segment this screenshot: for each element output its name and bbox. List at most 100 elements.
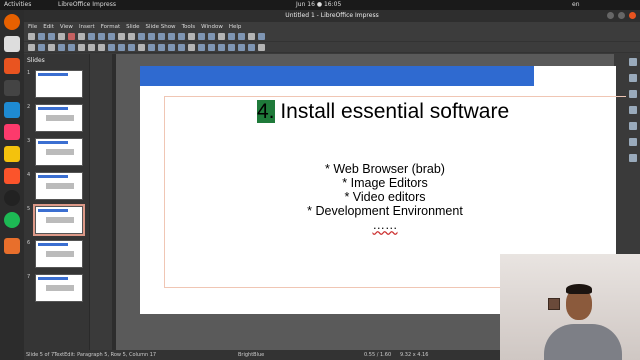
slide-thumbnail-6[interactable] (35, 240, 83, 268)
filter-icon[interactable] (258, 43, 265, 51)
spotify-icon[interactable] (4, 212, 20, 228)
animation-icon[interactable] (629, 90, 637, 98)
properties-icon[interactable] (629, 58, 637, 66)
rectangle-icon[interactable] (88, 43, 95, 51)
menu-view[interactable]: View (60, 24, 73, 30)
menu-format[interactable]: Format (101, 24, 120, 30)
menu-help[interactable]: Help (229, 24, 242, 30)
intellij-icon[interactable] (4, 124, 20, 140)
impress-icon[interactable] (4, 238, 20, 254)
align-icon[interactable] (218, 43, 225, 51)
stars-icon[interactable] (188, 43, 195, 51)
special-character-icon[interactable] (228, 32, 235, 40)
connector-icon[interactable] (128, 43, 135, 51)
ellipse-icon[interactable] (98, 43, 105, 51)
window-title: Untitled 1 - LibreOffice Impress (285, 12, 379, 19)
arrow-icon[interactable] (108, 43, 115, 51)
image-icon[interactable] (198, 32, 205, 40)
line-icon[interactable] (78, 43, 85, 51)
fontwork-icon[interactable] (238, 32, 245, 40)
display-views-icon[interactable] (158, 32, 165, 40)
slide-number: 3 (27, 138, 31, 144)
callouts-icon[interactable] (178, 43, 185, 51)
vscode-icon[interactable] (4, 102, 20, 118)
slide-transition-icon[interactable] (629, 74, 637, 82)
zoom-icon[interactable] (38, 43, 45, 51)
start-slideshow-icon[interactable] (178, 32, 185, 40)
save-icon[interactable] (48, 32, 55, 40)
basic-shapes-icon[interactable] (138, 43, 145, 51)
bullet-item: * Development Environment (307, 204, 463, 218)
menu-slide-show[interactable]: Slide Show (146, 24, 176, 30)
textbox-icon[interactable] (218, 32, 225, 40)
copy-icon[interactable] (98, 32, 105, 40)
menu-insert[interactable]: Insert (79, 24, 95, 30)
slide-thumbnail-7[interactable] (35, 274, 83, 302)
spelling-icon[interactable] (138, 32, 145, 40)
select-icon[interactable] (28, 43, 35, 51)
maximize-button[interactable] (618, 12, 625, 19)
dock (0, 10, 24, 360)
export-icon[interactable] (58, 32, 65, 40)
cut-icon[interactable] (88, 32, 95, 40)
menu-tools[interactable]: Tools (182, 24, 196, 30)
navigator-icon[interactable] (629, 154, 637, 162)
slide-title[interactable]: 4. Install essential software (257, 100, 509, 124)
master-slides-icon[interactable] (629, 106, 637, 114)
software-center-icon[interactable] (4, 58, 20, 74)
bullet-list[interactable]: * Web Browser (brab) * Image Editors * V… (140, 162, 630, 232)
files-icon[interactable] (4, 36, 20, 52)
export-pdf-icon[interactable] (68, 32, 75, 40)
new-slide-icon[interactable] (258, 32, 265, 40)
menu-file[interactable]: File (28, 24, 37, 30)
language-indicator[interactable]: en (572, 1, 580, 8)
flowchart-icon[interactable] (168, 43, 175, 51)
rotate-icon[interactable] (208, 43, 215, 51)
minimize-button[interactable] (607, 12, 614, 19)
obs-icon[interactable] (4, 190, 20, 206)
shadow-icon[interactable] (238, 43, 245, 51)
undo-icon[interactable] (118, 32, 125, 40)
paste-icon[interactable] (108, 32, 115, 40)
text-icon[interactable] (48, 43, 55, 51)
open-icon[interactable] (38, 32, 45, 40)
slide-thumbnail-2[interactable] (35, 104, 83, 132)
print-icon[interactable] (78, 32, 85, 40)
block-arrows-icon[interactable] (158, 43, 165, 51)
slide-thumbnail-3[interactable] (35, 138, 83, 166)
activities-button[interactable]: Activities (4, 1, 31, 8)
menu-edit[interactable]: Edit (43, 24, 54, 30)
system-topbar: Activities LibreOffice Impress Jun 16 ● … (0, 0, 640, 10)
slide-thumbnail-5[interactable] (33, 204, 85, 236)
menu-slide[interactable]: Slide (126, 24, 139, 30)
close-button[interactable] (629, 12, 636, 19)
curve-icon[interactable] (118, 43, 125, 51)
new-icon[interactable] (28, 32, 35, 40)
slide-thumbnail-4[interactable] (35, 172, 83, 200)
chart-icon[interactable] (208, 32, 215, 40)
redo-icon[interactable] (128, 32, 135, 40)
clock[interactable]: Jun 16 ● 16:05 (296, 1, 341, 8)
table-icon[interactable] (188, 32, 195, 40)
styles-icon[interactable] (629, 122, 637, 130)
fill-color-icon[interactable] (68, 43, 75, 51)
grid-icon[interactable] (148, 32, 155, 40)
hyperlink-icon[interactable] (248, 32, 255, 40)
slide-number: 1 (27, 70, 31, 76)
brave-icon[interactable] (4, 168, 20, 184)
slide-thumbnail-1[interactable] (35, 70, 83, 98)
cursor-position: 0.55 / 1.60 (364, 352, 392, 358)
menu-window[interactable]: Window (201, 24, 223, 30)
firefox-icon[interactable] (4, 14, 20, 30)
terminal-icon[interactable] (4, 80, 20, 96)
gallery-icon[interactable] (629, 138, 637, 146)
title-bar: Untitled 1 - LibreOffice Impress (24, 10, 640, 22)
crop-icon[interactable] (248, 43, 255, 51)
app-menu[interactable]: LibreOffice Impress (58, 1, 116, 8)
plank-icon[interactable] (4, 146, 20, 162)
3d-objects-icon[interactable] (198, 43, 205, 51)
line-color-icon[interactable] (58, 43, 65, 51)
master-slide-icon[interactable] (168, 32, 175, 40)
symbol-shapes-icon[interactable] (148, 43, 155, 51)
arrange-icon[interactable] (228, 43, 235, 51)
